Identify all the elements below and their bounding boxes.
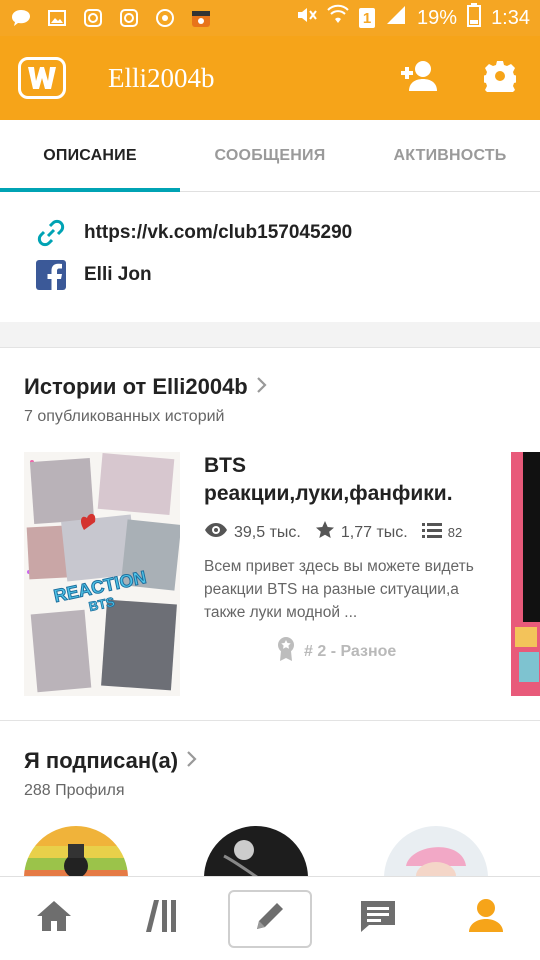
section-separator (0, 322, 540, 348)
avatar[interactable] (24, 826, 128, 876)
stories-section-title: Истории от Elli2004b (24, 374, 248, 399)
facebook-link-row[interactable]: Elli Jon (36, 254, 504, 296)
tab-description[interactable]: ОПИСАНИЕ (0, 120, 180, 192)
eye-icon (204, 522, 234, 543)
profile-icon (467, 898, 505, 939)
signal-icon (385, 4, 407, 32)
home-icon (35, 899, 73, 938)
story-description: Всем привет здесь вы можете видеть реакц… (204, 558, 474, 621)
message-icon (359, 899, 397, 938)
list-icon (421, 522, 448, 543)
rank-label: # 2 - Разное (304, 642, 397, 660)
story-rank[interactable]: # 2 - Разное (276, 636, 494, 667)
following-section-header[interactable]: Я подписан(а) (24, 748, 198, 774)
following-count: 288 Профиля (24, 782, 125, 799)
add-person-icon (399, 59, 441, 98)
following-avatars (0, 826, 540, 876)
link-icon (36, 218, 66, 248)
website-link[interactable]: https://vk.com/club157045290 (84, 222, 352, 244)
clapperboard-icon (190, 7, 212, 29)
instagram-icon (82, 7, 104, 29)
instagram-icon (118, 7, 140, 29)
story-stats: 39,5 тыс. 1,77 тыс. 82 (204, 520, 494, 545)
website-link-row[interactable]: https://vk.com/club157045290 (36, 212, 504, 254)
facebook-link[interactable]: Elli Jon (84, 264, 152, 286)
avatar[interactable] (384, 826, 488, 876)
reads-count: 39,5 тыс. (234, 523, 301, 541)
story-title-line1[interactable]: BTS (204, 452, 494, 480)
nav-write[interactable] (228, 889, 312, 948)
profile-links: https://vk.com/club157045290 Elli Jon (0, 192, 540, 322)
image-icon (46, 7, 68, 29)
next-story-cover[interactable] (511, 452, 540, 696)
battery-percent: 19% (417, 6, 458, 29)
stories-section-header[interactable]: Истории от Elli2004b (24, 374, 268, 400)
nav-home[interactable] (12, 890, 96, 948)
sim-badge: 1 (359, 8, 376, 28)
wattpad-logo-icon[interactable] (18, 57, 66, 99)
chrome-icon (154, 7, 176, 29)
star-icon (315, 520, 341, 545)
library-icon (144, 898, 180, 939)
votes-count: 1,77 тыс. (340, 523, 408, 541)
battery-icon (467, 3, 482, 33)
follow-button[interactable] (398, 56, 442, 100)
parts-count: 82 (447, 525, 463, 540)
following-section-title: Я подписан(а) (24, 748, 179, 773)
section-divider (0, 720, 540, 721)
wifi-icon (327, 4, 349, 32)
nav-profile[interactable] (444, 890, 528, 948)
pencil-icon (253, 899, 287, 938)
mute-icon (295, 4, 317, 32)
chevron-right-icon (256, 375, 268, 400)
story-card[interactable]: REACTION BTS BTS реакции,луки,фанфики. 3… (24, 452, 514, 696)
ribbon-badge-icon (276, 636, 304, 667)
nav-library[interactable] (120, 890, 204, 948)
gear-icon (482, 60, 518, 97)
story-title-line2[interactable]: реакции,луки,фанфики. (204, 480, 494, 508)
profile-username: Elli2004b (108, 62, 215, 93)
facebook-icon (36, 260, 66, 290)
story-cover-image[interactable]: REACTION BTS (24, 452, 180, 696)
settings-button[interactable] (478, 56, 522, 100)
stories-count: 7 опубликованных историй (24, 408, 225, 425)
nav-messages[interactable] (336, 890, 420, 948)
bottom-navigation (0, 876, 540, 960)
clock: 1:34 (491, 6, 530, 29)
profile-tabs: ОПИСАНИЕ СООБЩЕНИЯ АКТИВНОСТЬ (0, 120, 540, 192)
status-bar: 1 19% 1:34 (0, 0, 540, 36)
tab-activity[interactable]: АКТИВНОСТЬ (360, 120, 540, 191)
chevron-right-icon (186, 749, 198, 774)
tab-messages[interactable]: СООБЩЕНИЯ (180, 120, 360, 191)
app-bar: Elli2004b (0, 36, 540, 120)
avatar[interactable] (204, 826, 308, 876)
chat-bubble-icon (10, 7, 32, 29)
